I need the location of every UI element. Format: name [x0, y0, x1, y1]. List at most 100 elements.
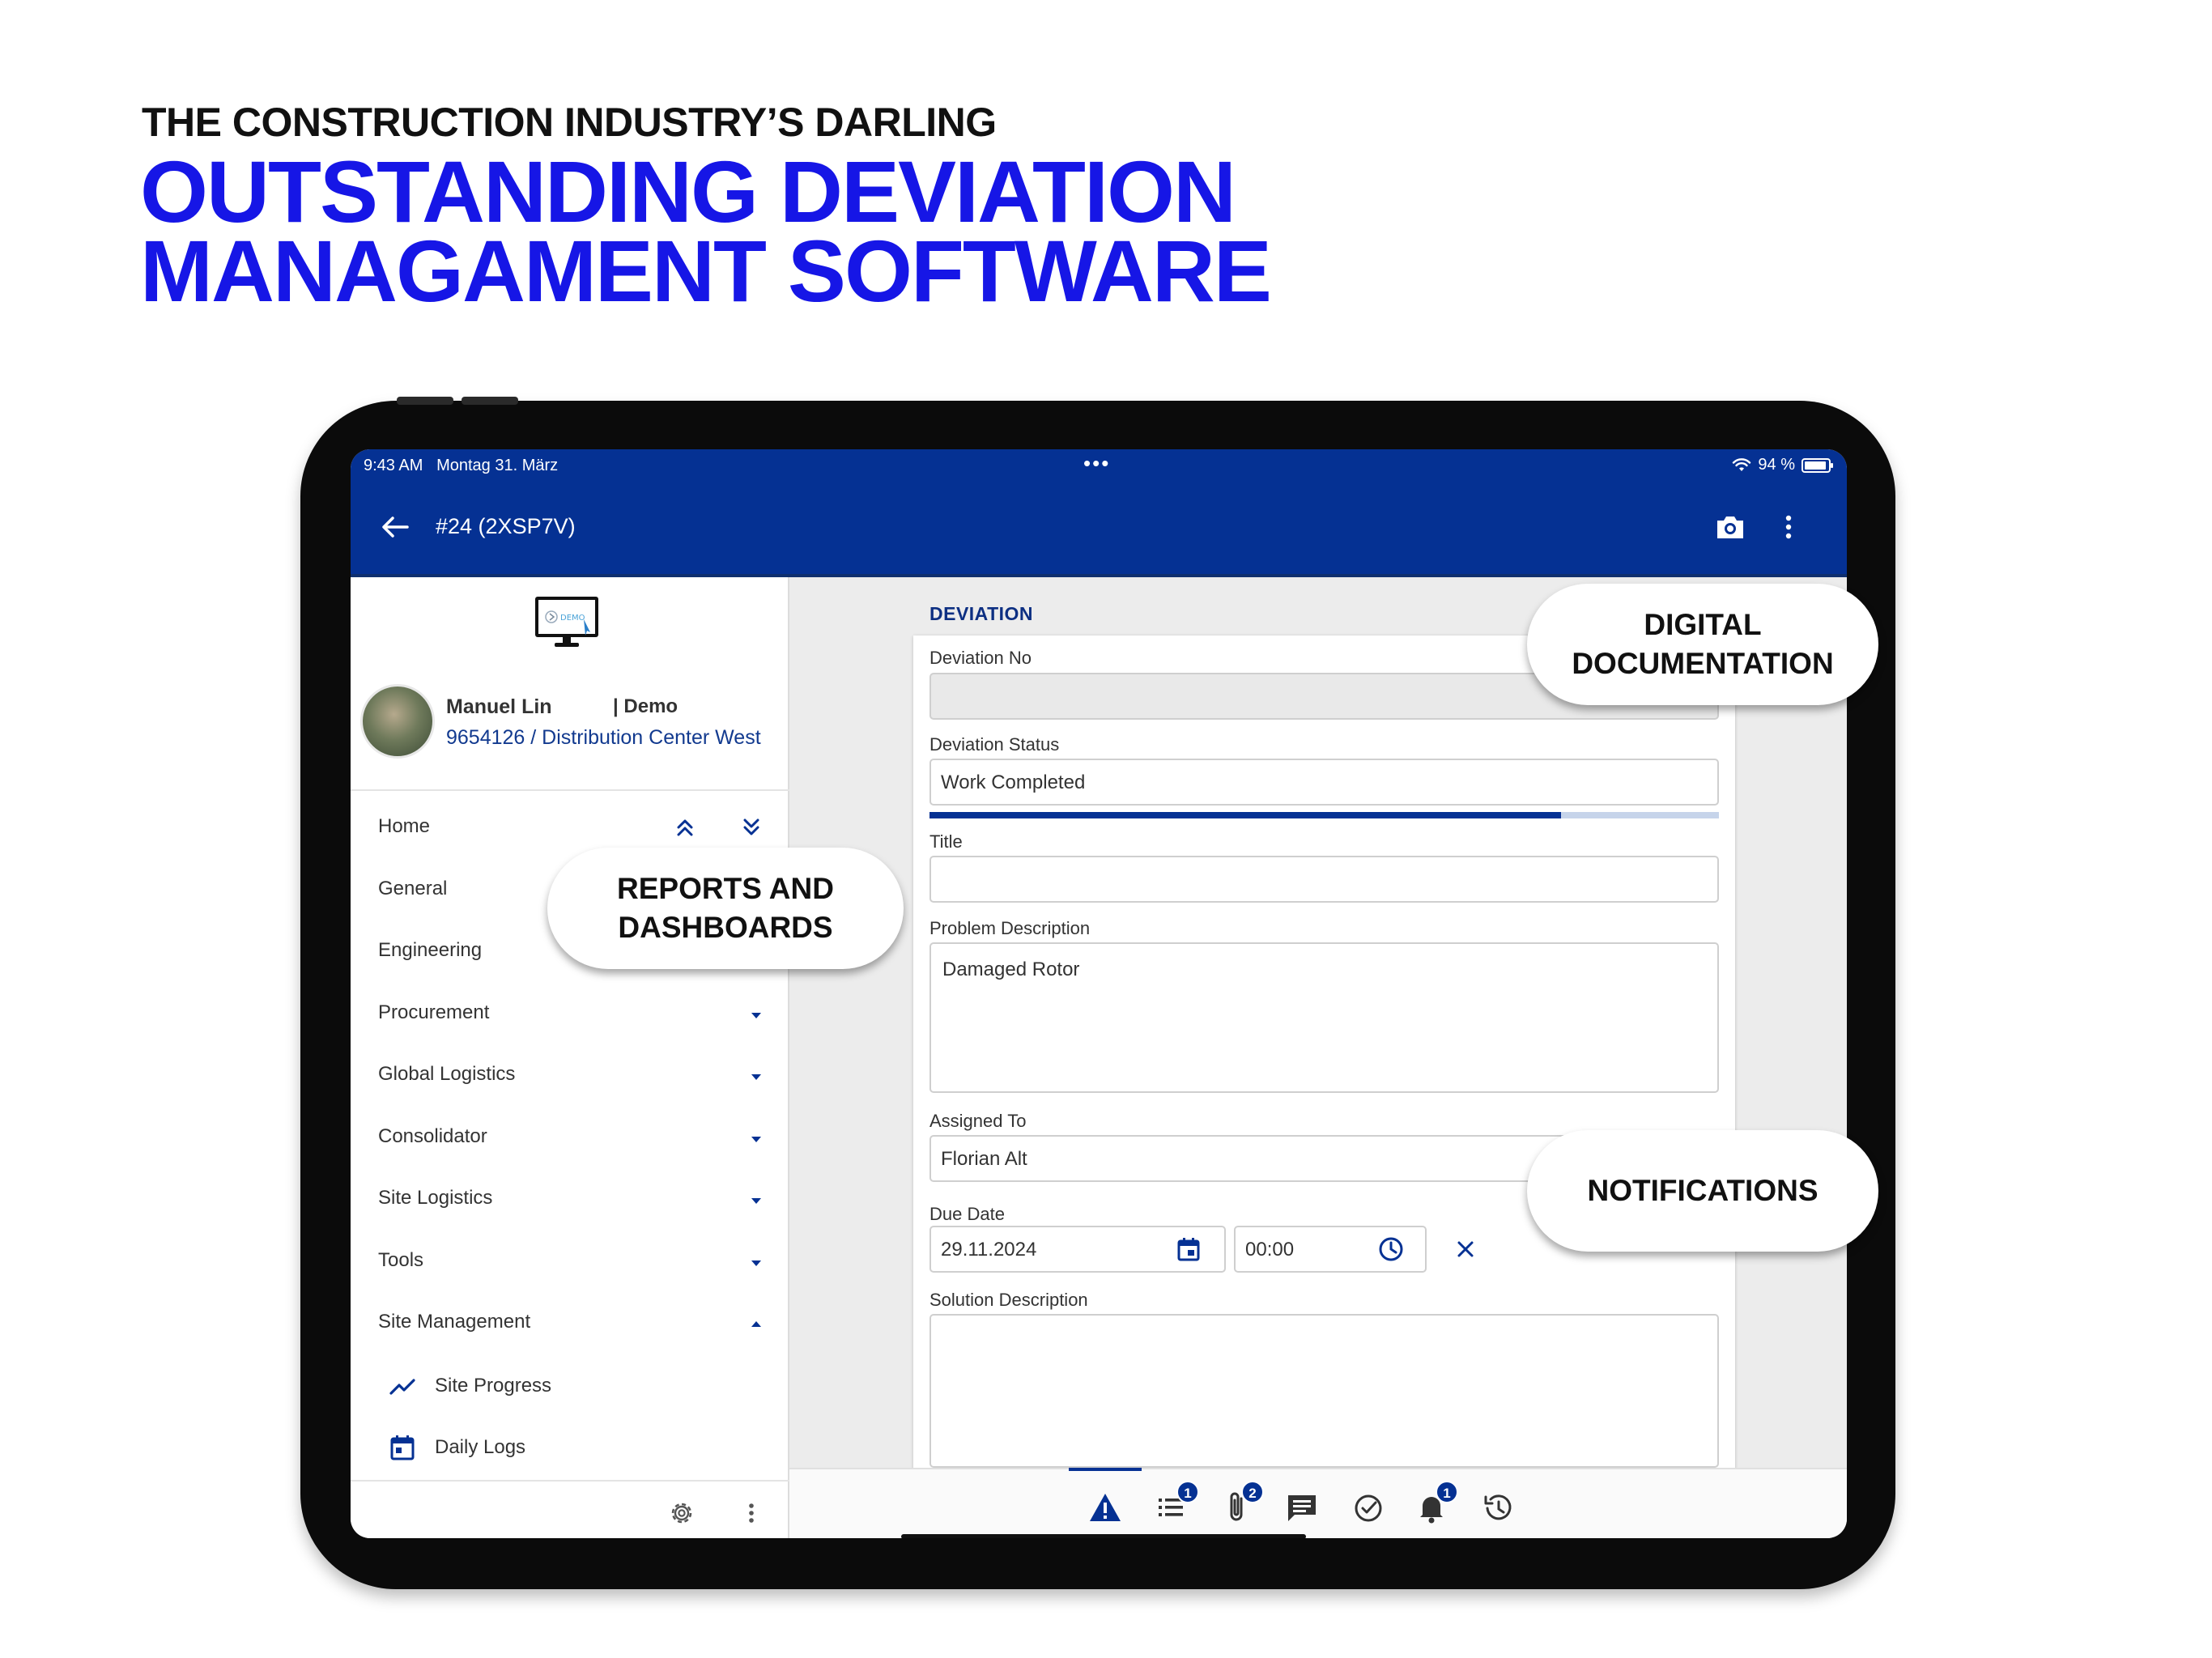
status-progress-bar	[929, 812, 1719, 818]
more-vert-icon[interactable]	[736, 1498, 767, 1528]
tab-deviation[interactable]	[1085, 1487, 1125, 1528]
title-field[interactable]	[929, 856, 1719, 903]
gear-icon[interactable]	[666, 1498, 697, 1528]
deviation-no-label: Deviation No	[929, 648, 1032, 668]
eyebrow-text: THE CONSTRUCTION INDUSTRY’S DARLING	[142, 100, 997, 145]
deviation-status-field[interactable]: Work Completed	[929, 759, 1719, 806]
trending-up-icon	[389, 1378, 415, 1395]
callout-text: REPORTS AND	[617, 872, 834, 905]
expand-all-icon[interactable]	[738, 814, 765, 841]
sidebar-item-label: Daily Logs	[435, 1436, 526, 1458]
history-icon	[1484, 1494, 1512, 1520]
solution-description-label: Solution Description	[929, 1290, 1088, 1310]
arrow-left-icon[interactable]	[375, 508, 414, 546]
sidebar: DEMO Manuel Lin | Demo 9654126 / Distrib…	[351, 577, 789, 1538]
tab-checklist[interactable]: 1	[1152, 1481, 1199, 1528]
title-label: Title	[929, 831, 963, 852]
tab-badge: 1	[1176, 1481, 1199, 1503]
due-date-label: Due Date	[929, 1204, 1005, 1224]
caret-down-icon	[751, 1260, 761, 1266]
status-right: 94 %	[1732, 456, 1833, 474]
battery-icon	[1802, 457, 1833, 473]
deviation-content: DEVIATION Deviation No Deviation Status …	[789, 577, 1847, 1477]
active-tab-indicator	[1069, 1468, 1142, 1471]
calendar-icon	[390, 1435, 415, 1460]
sidebar-item-label: Site Management	[378, 1311, 531, 1333]
solution-description-field[interactable]	[929, 1314, 1719, 1468]
user-name: Manuel Lin	[446, 695, 552, 718]
volume-button	[462, 397, 518, 405]
sidebar-item-label: General	[378, 877, 448, 899]
company-logo: DEMO	[535, 597, 598, 647]
callout-reports-dashboards: REPORTS AND DASHBOARDS	[547, 848, 904, 969]
caret-up-icon	[751, 1321, 761, 1327]
status-progress-fill	[929, 812, 1561, 818]
sidebar-subitem-site-progress[interactable]: Site Progress	[351, 1354, 789, 1416]
headline: OUTSTANDING DEVIATION MANAGAMENT SOFTWAR…	[140, 142, 1272, 320]
home-indicator[interactable]	[901, 1534, 1306, 1538]
status-time-text: 9:43 AM	[364, 457, 423, 474]
camera-icon[interactable]	[1712, 509, 1748, 545]
deviation-status-label: Deviation Status	[929, 734, 1060, 755]
comment-icon	[1288, 1495, 1316, 1521]
app-bar: #24 (2XSP7V)	[351, 483, 1847, 577]
sidebar-item-global-logistics[interactable]: Global Logistics	[351, 1044, 789, 1106]
sidebar-item-label: Home	[378, 815, 431, 837]
sidebar-item-consolidator[interactable]: Consolidator	[351, 1106, 789, 1168]
sidebar-item-site-management[interactable]: Site Management	[351, 1291, 789, 1354]
bottom-tab-bar: 1 2 1	[789, 1468, 1847, 1538]
sidebar-item-label: Procurement	[378, 1001, 490, 1023]
callout-text: DASHBOARDS	[618, 911, 833, 944]
tab-badge: 2	[1241, 1481, 1264, 1503]
status-time: 9:43 AM Montag 31. März	[364, 457, 558, 475]
callout-text: NOTIFICATIONS	[1587, 1174, 1819, 1207]
site-name[interactable]: 9654126 / Distribution Center West	[446, 726, 761, 750]
headline-line-1: OUTSTANDING DEVIATION	[140, 142, 1236, 240]
sidebar-item-label: Engineering	[378, 939, 483, 961]
sidebar-item-site-logistics[interactable]: Site Logistics	[351, 1167, 789, 1230]
assigned-to-label: Assigned To	[929, 1111, 1027, 1131]
sidebar-subitem-daily-logs[interactable]: Daily Logs	[351, 1415, 789, 1477]
callout-text: DIGITAL	[1644, 608, 1762, 641]
caret-down-icon	[751, 1074, 761, 1080]
tab-badge: 1	[1436, 1481, 1458, 1503]
wifi-icon	[1733, 457, 1751, 471]
status-bar: 9:43 AM Montag 31. März ••• 94 %	[351, 449, 1847, 483]
problem-description-label: Problem Description	[929, 918, 1091, 938]
tab-notifications[interactable]: 1	[1411, 1481, 1458, 1528]
sidebar-item-procurement[interactable]: Procurement	[351, 982, 789, 1044]
multitask-dots[interactable]: •••	[1083, 451, 1110, 476]
callout-text: DOCUMENTATION	[1572, 647, 1834, 680]
page-title: #24 (2XSP7V)	[436, 514, 576, 538]
clock-icon[interactable]	[1376, 1235, 1406, 1264]
user-profile[interactable]: Manuel Lin | Demo 9654126 / Distribution…	[360, 684, 781, 773]
problem-description-field[interactable]: Damaged Rotor	[929, 942, 1719, 1093]
headline-line-2: MANAGAMENT SOFTWARE	[140, 222, 1272, 320]
avatar[interactable]	[360, 684, 435, 759]
more-vert-icon[interactable]	[1771, 509, 1806, 545]
caret-down-icon	[751, 1198, 761, 1204]
tab-attachments[interactable]: 2	[1217, 1481, 1264, 1528]
calendar-icon[interactable]	[1174, 1235, 1203, 1264]
caret-down-icon	[751, 1136, 761, 1142]
check-circle-icon	[1355, 1494, 1382, 1522]
sidebar-item-label: Global Logistics	[378, 1063, 516, 1085]
tab-comments[interactable]	[1282, 1487, 1322, 1528]
tab-approvals[interactable]	[1348, 1487, 1389, 1528]
sidebar-item-tools[interactable]: Tools	[351, 1230, 789, 1292]
section-title: DEVIATION	[929, 603, 1034, 624]
callout-notifications: NOTIFICATIONS	[1527, 1130, 1878, 1252]
sidebar-item-label: Tools	[378, 1248, 424, 1271]
tab-history[interactable]	[1478, 1487, 1518, 1528]
volume-button	[397, 397, 453, 405]
divider	[351, 1480, 789, 1482]
close-icon[interactable]	[1451, 1235, 1480, 1264]
caret-down-icon	[751, 1012, 761, 1018]
status-date-text: Montag 31. März	[436, 457, 559, 474]
deviation-form: Deviation No Deviation Status Work Compl…	[913, 636, 1735, 1477]
logo-text: DEMO	[560, 614, 585, 623]
warning-icon	[1090, 1494, 1121, 1521]
sidebar-item-label: Consolidator	[378, 1124, 487, 1147]
tenant-name: | Demo	[613, 695, 678, 717]
collapse-all-icon[interactable]	[671, 814, 699, 841]
